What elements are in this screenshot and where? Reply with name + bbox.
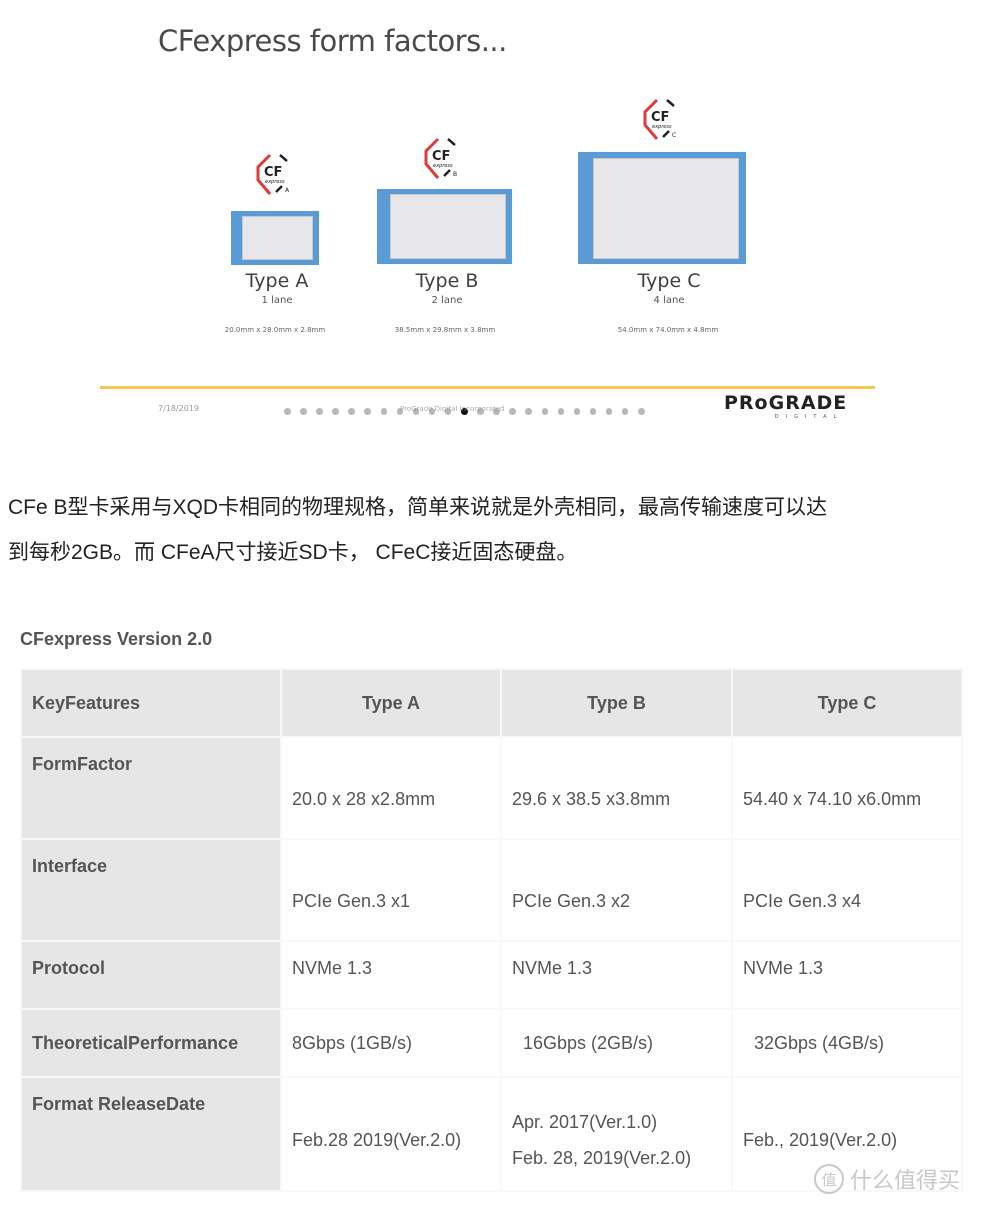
- type-c-card-shape: [578, 152, 746, 264]
- slide-image: CFexpress form factors... CF express A T…: [0, 0, 981, 440]
- brand-sub: DIGITAL: [774, 414, 844, 420]
- svg-text:express: express: [433, 163, 453, 169]
- svg-text:B: B: [453, 171, 457, 178]
- cell-type-b: Apr. 2017(Ver.1.0) Feb. 28, 2019(Ver.2.0…: [500, 1076, 733, 1192]
- cfexpress-type-b-logo-icon: CF express B: [424, 137, 457, 179]
- watermark-logo-icon: 值: [814, 1164, 844, 1194]
- header-key-features: KeyFeatures: [20, 668, 282, 738]
- page-dot: [380, 408, 388, 415]
- cell-type-c: 32Gbps (4GB/s): [731, 1008, 963, 1078]
- slide-title: CFexpress form factors...: [158, 24, 507, 58]
- row-label-performance: TheoreticalPerformance: [20, 1008, 282, 1078]
- page-dot: [300, 408, 307, 415]
- cell-type-a: NVMe 1.3: [280, 940, 502, 1010]
- type-b-lanes: 2 lane: [431, 295, 463, 306]
- table-header-row: KeyFeatures Type A Type B Type C: [20, 668, 963, 738]
- page-dot: [621, 408, 629, 415]
- date-v2: Feb. 28, 2019(Ver.2.0): [512, 1148, 692, 1168]
- cell-type-a: 20.0 x 28 x2.8mm: [280, 736, 502, 840]
- cell-type-b: PCIe Gen.3 x2: [500, 838, 733, 942]
- svg-text:express: express: [265, 179, 285, 185]
- brand-name: PRoGRADE: [724, 392, 848, 414]
- header-type-a: Type A: [280, 668, 502, 738]
- svg-text:CF: CF: [651, 110, 669, 125]
- cell-type-c: NVMe 1.3: [731, 940, 963, 1010]
- table-row: Protocol NVMe 1.3 NVMe 1.3 NVMe 1.3: [20, 940, 963, 1010]
- cfexpress-type-a-logo-icon: CF express A: [256, 153, 290, 195]
- header-type-b: Type B: [500, 668, 733, 738]
- page-dot: [573, 408, 581, 415]
- slide-footer-text: ProGrade Digital Incorporated: [400, 405, 505, 413]
- header-type-c: Type C: [731, 668, 963, 738]
- page-dot: [316, 408, 323, 415]
- prograde-logo: PRoGRADE DIGITAL: [724, 393, 847, 420]
- type-c-dimensions: 54.0mm x 74.0mm x 4.8mm: [617, 326, 719, 334]
- date-v1: Apr. 2017(Ver.1.0): [512, 1112, 658, 1132]
- page-dot: [638, 408, 645, 415]
- type-b-card-shape: [377, 189, 512, 264]
- type-c-lanes: 4 lane: [653, 295, 685, 306]
- site-watermark: 值 什么值得买: [814, 1163, 960, 1195]
- cell-type-b: 29.6 x 38.5 x3.8mm: [500, 736, 733, 840]
- page-dot: [509, 408, 516, 415]
- svg-text:CF: CF: [264, 165, 282, 180]
- row-label-release-date: Format ReleaseDate: [20, 1076, 282, 1192]
- type-a-card-shape: [231, 211, 319, 265]
- svg-text:A: A: [285, 187, 290, 194]
- row-label-protocol: Protocol: [20, 940, 282, 1010]
- row-label-interface: Interface: [20, 838, 282, 942]
- page-dot: [284, 408, 291, 415]
- spec-table: KeyFeatures Type A Type B Type C FormFac…: [20, 668, 963, 1192]
- row-label-formfactor: FormFactor: [20, 736, 282, 840]
- table-row: FormFactor 20.0 x 28 x2.8mm 29.6 x 38.5 …: [20, 736, 963, 840]
- type-c-label: Type C: [637, 270, 701, 292]
- page-dot: [348, 408, 355, 415]
- svg-text:express: express: [652, 124, 672, 130]
- page-dot: [589, 408, 597, 415]
- slide-accent-line: [100, 386, 875, 389]
- cfexpress-type-c-logo-icon: CF express C: [643, 98, 676, 140]
- page-dot: [557, 408, 565, 415]
- cell-type-b: NVMe 1.3: [500, 940, 733, 1010]
- cell-type-a: 8Gbps (1GB/s): [280, 1008, 502, 1078]
- table-row: Interface PCIe Gen.3 x1 PCIe Gen.3 x2 PC…: [20, 838, 963, 942]
- paragraph-line-2: 到每秒2GB。而 CFeA尺寸接近SD卡， CFeC接近固态硬盘。: [8, 541, 578, 564]
- watermark-text: 什么值得买: [850, 1169, 961, 1194]
- slide-date: 7/18/2019: [158, 404, 200, 413]
- cell-type-c: PCIe Gen.3 x4: [731, 838, 963, 942]
- cell-type-c: 54.40 x 74.10 x6.0mm: [731, 736, 963, 840]
- type-b-label: Type B: [415, 270, 479, 292]
- page-dot: [541, 408, 548, 415]
- type-b-dimensions: 38.5mm x 29.8mm x 3.8mm: [394, 326, 496, 334]
- table-row: TheoreticalPerformance 8Gbps (1GB/s) 16G…: [20, 1008, 963, 1078]
- page-dot: [332, 408, 339, 415]
- paragraph-line-1: CFe B型卡采用与XQD卡相同的物理规格，简单来说就是外壳相同，最高传输速度可…: [8, 496, 828, 519]
- cell-type-b: 16Gbps (2GB/s): [500, 1008, 733, 1078]
- page-dot: [525, 408, 532, 415]
- article-paragraph: CFe B型卡采用与XQD卡相同的物理规格，简单来说就是外壳相同，最高传输速度可…: [8, 485, 968, 575]
- svg-text:CF: CF: [432, 149, 450, 164]
- cell-type-a: PCIe Gen.3 x1: [280, 838, 502, 942]
- page-dot: [605, 408, 613, 415]
- cell-type-a: Feb.28 2019(Ver.2.0): [280, 1076, 502, 1192]
- page-dot: [364, 408, 371, 415]
- table-title: CFexpress Version 2.0: [20, 629, 213, 649]
- svg-text:C: C: [672, 132, 676, 139]
